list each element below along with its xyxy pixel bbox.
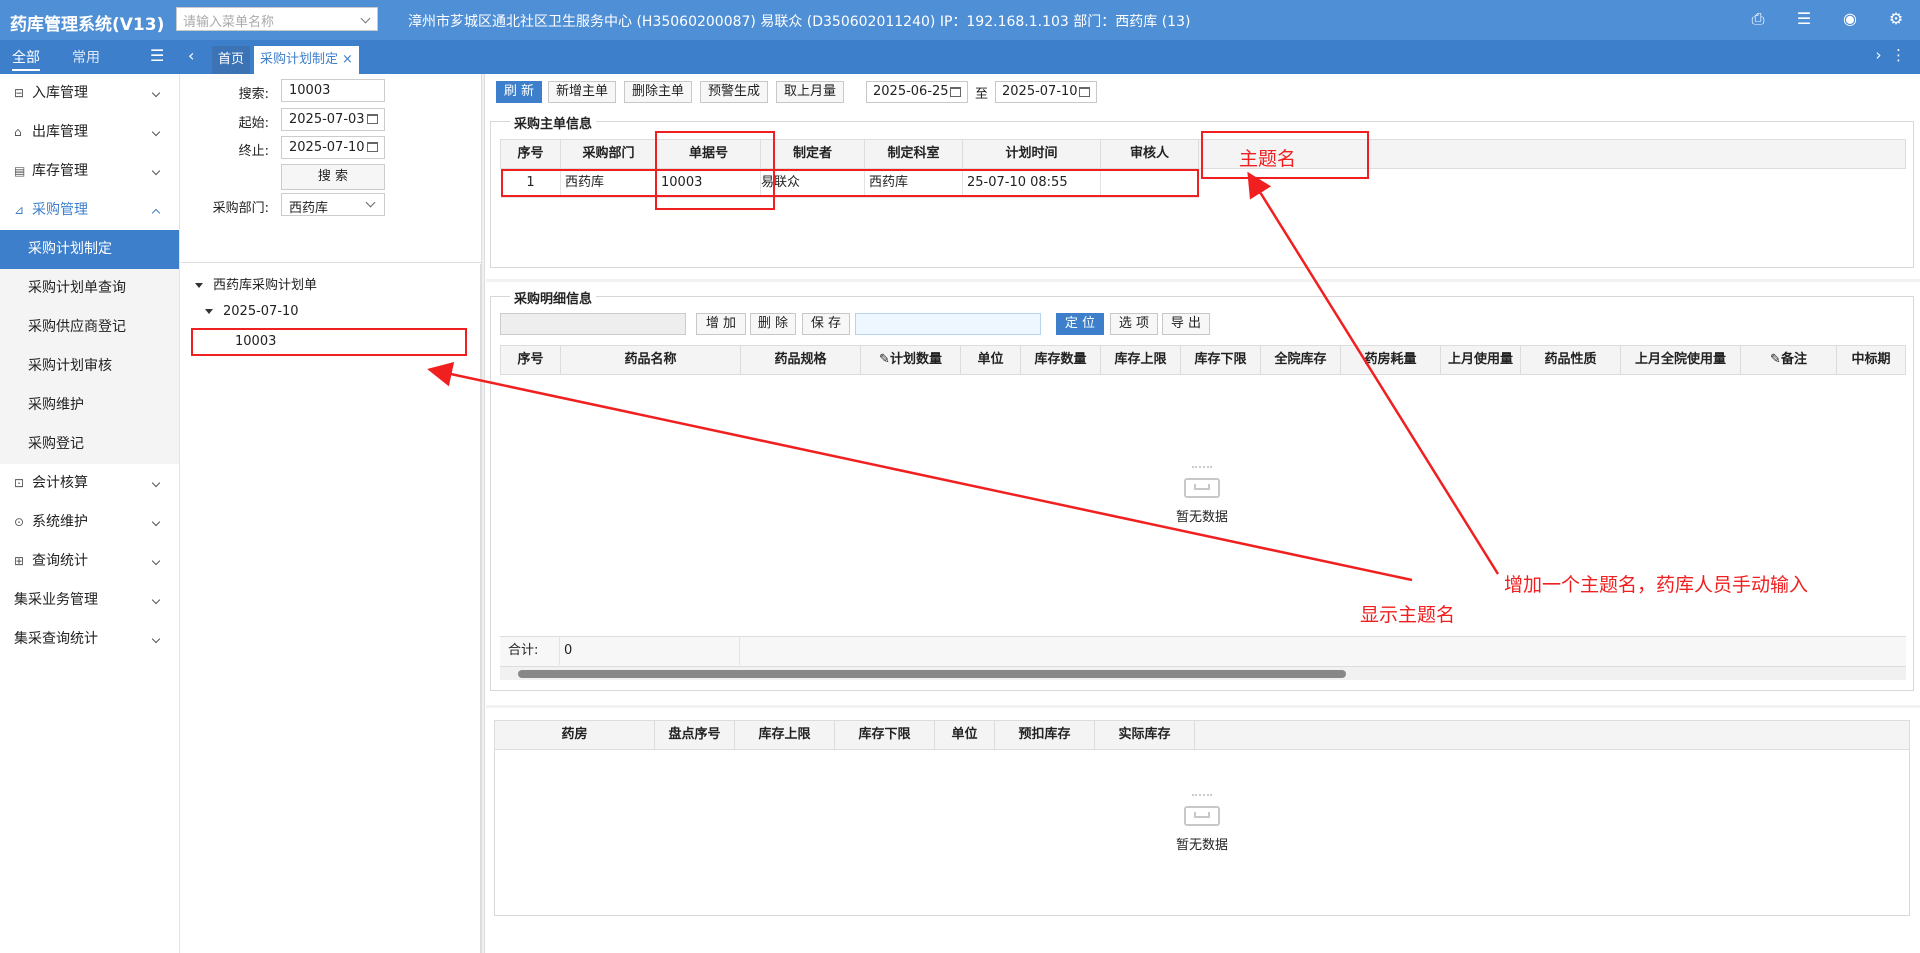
annotation-arrows (427, 171, 1500, 582)
arrow-to-theme (1247, 171, 1500, 575)
arrow-to-tree (427, 361, 1413, 582)
